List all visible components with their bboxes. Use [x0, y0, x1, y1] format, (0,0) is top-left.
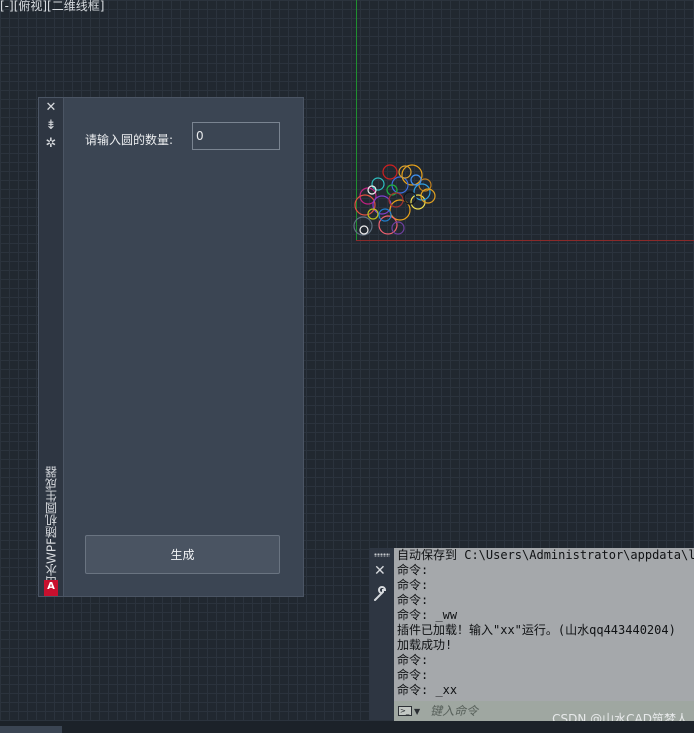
- command-window-strip: ✕: [369, 548, 394, 720]
- settings-icon[interactable]: ✲: [43, 136, 59, 152]
- layout-tab[interactable]: [0, 726, 62, 733]
- drawn-circle[interactable]: [354, 194, 376, 216]
- command-history-line: 命令:: [397, 563, 429, 577]
- palette-title-strip: ✕ ⇟ ✲ 山水WPF随机圆生成器 A: [39, 98, 64, 596]
- generate-button[interactable]: 生成: [85, 535, 280, 574]
- command-prompt-icon[interactable]: >_: [398, 706, 412, 716]
- circle-cluster[interactable]: [340, 150, 450, 250]
- drawn-circle[interactable]: [420, 188, 436, 204]
- drawn-circle[interactable]: [410, 174, 422, 186]
- command-history-line: 加载成功!: [397, 638, 453, 652]
- command-history-line: 插件已加载！输入"xx"运行。(山水qq443440204): [397, 623, 676, 637]
- close-icon[interactable]: ✕: [43, 100, 59, 116]
- drawn-circle[interactable]: [378, 215, 398, 235]
- command-history-line: 命令:: [397, 653, 429, 667]
- viewport-label[interactable]: [-][俯视][二维线框]: [0, 0, 104, 14]
- command-history-line: 命令:: [397, 668, 429, 682]
- grip-icon[interactable]: [374, 553, 390, 557]
- command-window: ✕ 自动保存到 C:\Users\Administrator\appdata\l…: [369, 548, 694, 721]
- random-circle-palette: ✕ ⇟ ✲ 山水WPF随机圆生成器 A 请输入圆的数量: 生成: [38, 97, 304, 597]
- drawn-circle[interactable]: [382, 164, 398, 180]
- drawn-circle[interactable]: [378, 208, 392, 222]
- command-history-line: 自动保存到 C:\Users\Administrator\appdata\loc…: [397, 548, 694, 562]
- status-bar: [0, 721, 694, 733]
- command-history-line: 命令:: [397, 578, 429, 592]
- drawn-circle[interactable]: [359, 225, 369, 235]
- circle-count-label: 请输入圆的数量:: [85, 133, 174, 147]
- command-history: 自动保存到 C:\Users\Administrator\appdata\loc…: [394, 548, 694, 701]
- drawn-circle[interactable]: [391, 221, 405, 235]
- command-history-line: 命令: _ww: [397, 608, 458, 622]
- palette-body: 请输入圆的数量: 生成: [64, 98, 303, 596]
- command-history-line: 命令:: [397, 593, 429, 607]
- drawn-circle[interactable]: [403, 191, 417, 205]
- command-history-line: 命令: _xx: [397, 683, 458, 697]
- pin-icon[interactable]: ⇟: [43, 118, 59, 134]
- drawn-circle[interactable]: [371, 177, 385, 191]
- drawn-circle[interactable]: [367, 185, 377, 195]
- autocad-logo-icon: A: [44, 580, 58, 596]
- drawn-circle[interactable]: [410, 194, 426, 210]
- chevron-down-icon[interactable]: ▼: [414, 707, 420, 716]
- circle-count-input[interactable]: [192, 122, 280, 150]
- close-icon[interactable]: ✕: [374, 563, 386, 579]
- palette-title: 山水WPF随机圆生成器: [44, 465, 59, 588]
- drawn-circle[interactable]: [372, 195, 392, 215]
- wrench-icon[interactable]: [373, 586, 389, 606]
